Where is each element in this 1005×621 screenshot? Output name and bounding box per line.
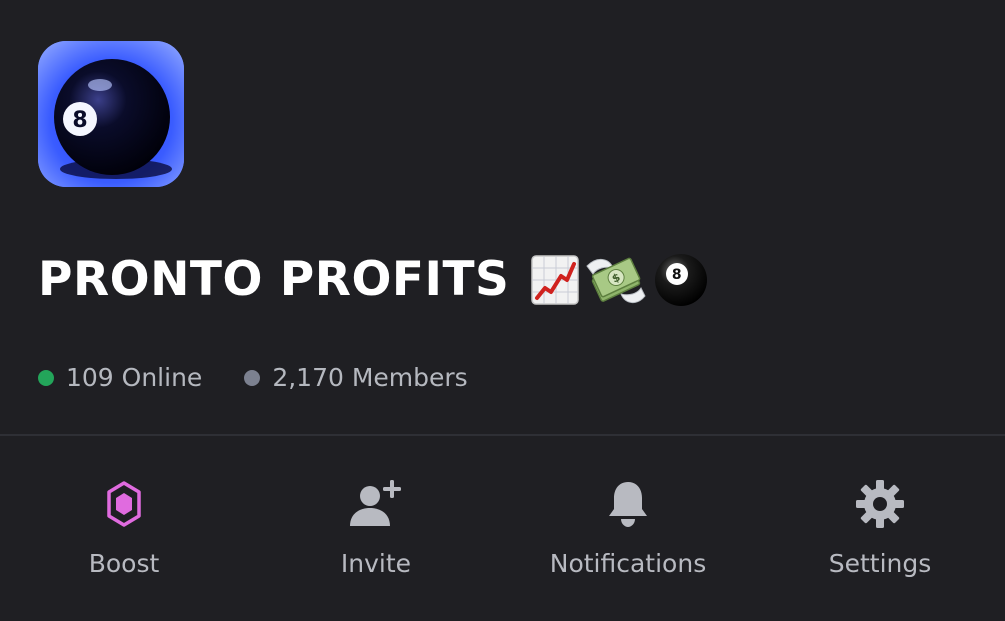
money-with-wings-icon: $ bbox=[586, 257, 646, 303]
svg-text:8: 8 bbox=[672, 267, 682, 283]
bell-icon bbox=[609, 482, 647, 527]
members-status-dot bbox=[244, 370, 261, 386]
server-name: PRONTO PROFITS $ 8 bbox=[38, 248, 709, 312]
settings-icon-wrap bbox=[845, 474, 915, 534]
notifications-icon-wrap bbox=[593, 474, 663, 534]
server-stats: 109 Online 2,170 Members bbox=[38, 360, 510, 396]
online-status-dot bbox=[38, 370, 54, 386]
server-name-emojis: $ 8 bbox=[531, 252, 709, 308]
notifications-label: Notifications bbox=[549, 549, 707, 578]
boost-label: Boost bbox=[88, 549, 160, 578]
server-header-panel: 8 PRONTO PROFITS $ 8 109 Online 2,170 Me… bbox=[0, 0, 1005, 621]
invite-label: Invite bbox=[340, 549, 412, 578]
online-count: 109 Online bbox=[38, 360, 202, 396]
add-user-icon bbox=[350, 480, 401, 526]
chart-increasing-icon bbox=[531, 255, 580, 305]
boost-button[interactable]: Boost bbox=[54, 436, 194, 621]
boost-gem-icon bbox=[107, 481, 141, 527]
settings-button[interactable]: Settings bbox=[810, 436, 950, 621]
notifications-button[interactable]: Notifications bbox=[538, 436, 718, 621]
invite-button[interactable]: Invite bbox=[306, 436, 446, 621]
boost-icon-wrap bbox=[89, 474, 159, 534]
member-count-label: 2,170 Members bbox=[272, 363, 468, 392]
server-name-text: PRONTO PROFITS bbox=[38, 252, 510, 307]
svg-text:8: 8 bbox=[72, 108, 87, 133]
online-count-label: 109 Online bbox=[66, 363, 203, 392]
eight-ball-icon: 8 bbox=[38, 41, 184, 187]
server-action-bar: Boost Invite Notifications Settings bbox=[0, 436, 1005, 621]
server-icon[interactable]: 8 bbox=[38, 41, 184, 187]
settings-label: Settings bbox=[828, 549, 932, 578]
member-count: 2,170 Members bbox=[244, 360, 468, 396]
invite-icon-wrap bbox=[341, 474, 411, 534]
gear-icon bbox=[856, 480, 904, 528]
pool-8-ball-icon: 8 bbox=[655, 254, 708, 306]
